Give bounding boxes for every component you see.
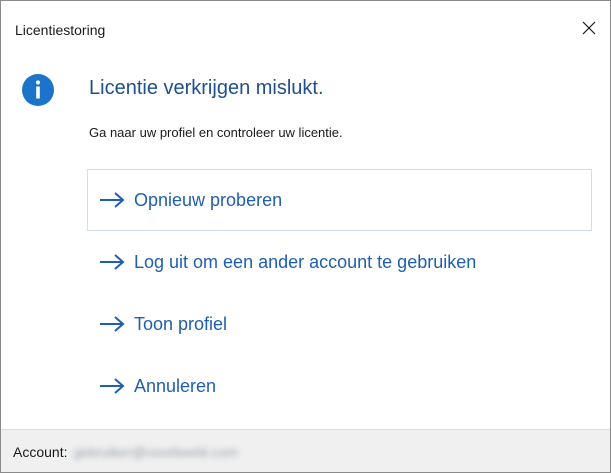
account-footer: Account: gebruiker@voorbeeld.com [1, 429, 610, 472]
cancel-button[interactable]: Annuleren [87, 355, 592, 417]
retry-button[interactable]: Opnieuw proberen [87, 169, 592, 231]
logout-other-account-label: Log uit om een ander account te gebruike… [134, 251, 477, 272]
message-icon-container [21, 73, 55, 107]
arrow-right-icon [100, 316, 125, 332]
close-icon [582, 21, 596, 35]
arrow-right-icon [100, 192, 125, 208]
logout-other-account-button[interactable]: Log uit om een ander account te gebruike… [87, 231, 592, 293]
command-link-list: Opnieuw proberen Log uit om een ander ac… [87, 169, 592, 417]
show-profile-button[interactable]: Toon profiel [87, 293, 592, 355]
window-title: Licentiestoring [15, 22, 106, 38]
close-button[interactable] [574, 15, 604, 41]
show-profile-label: Toon profiel [134, 313, 228, 334]
license-error-dialog: Licentiestoring Licentie verkrijgen misl… [0, 0, 611, 473]
arrow-right-icon [100, 378, 125, 394]
cancel-label: Annuleren [134, 375, 217, 396]
info-icon [22, 74, 54, 106]
arrow-right-icon [100, 254, 125, 270]
retry-label: Opnieuw proberen [134, 189, 283, 210]
message-body: Ga naar uw profiel en controleer uw lice… [89, 125, 343, 140]
title-bar: Licentiestoring [1, 1, 610, 45]
account-label: Account: [13, 443, 68, 460]
message-heading: Licentie verkrijgen mislukt. [89, 77, 324, 99]
account-value: gebruiker@voorbeeld.com [73, 443, 238, 460]
